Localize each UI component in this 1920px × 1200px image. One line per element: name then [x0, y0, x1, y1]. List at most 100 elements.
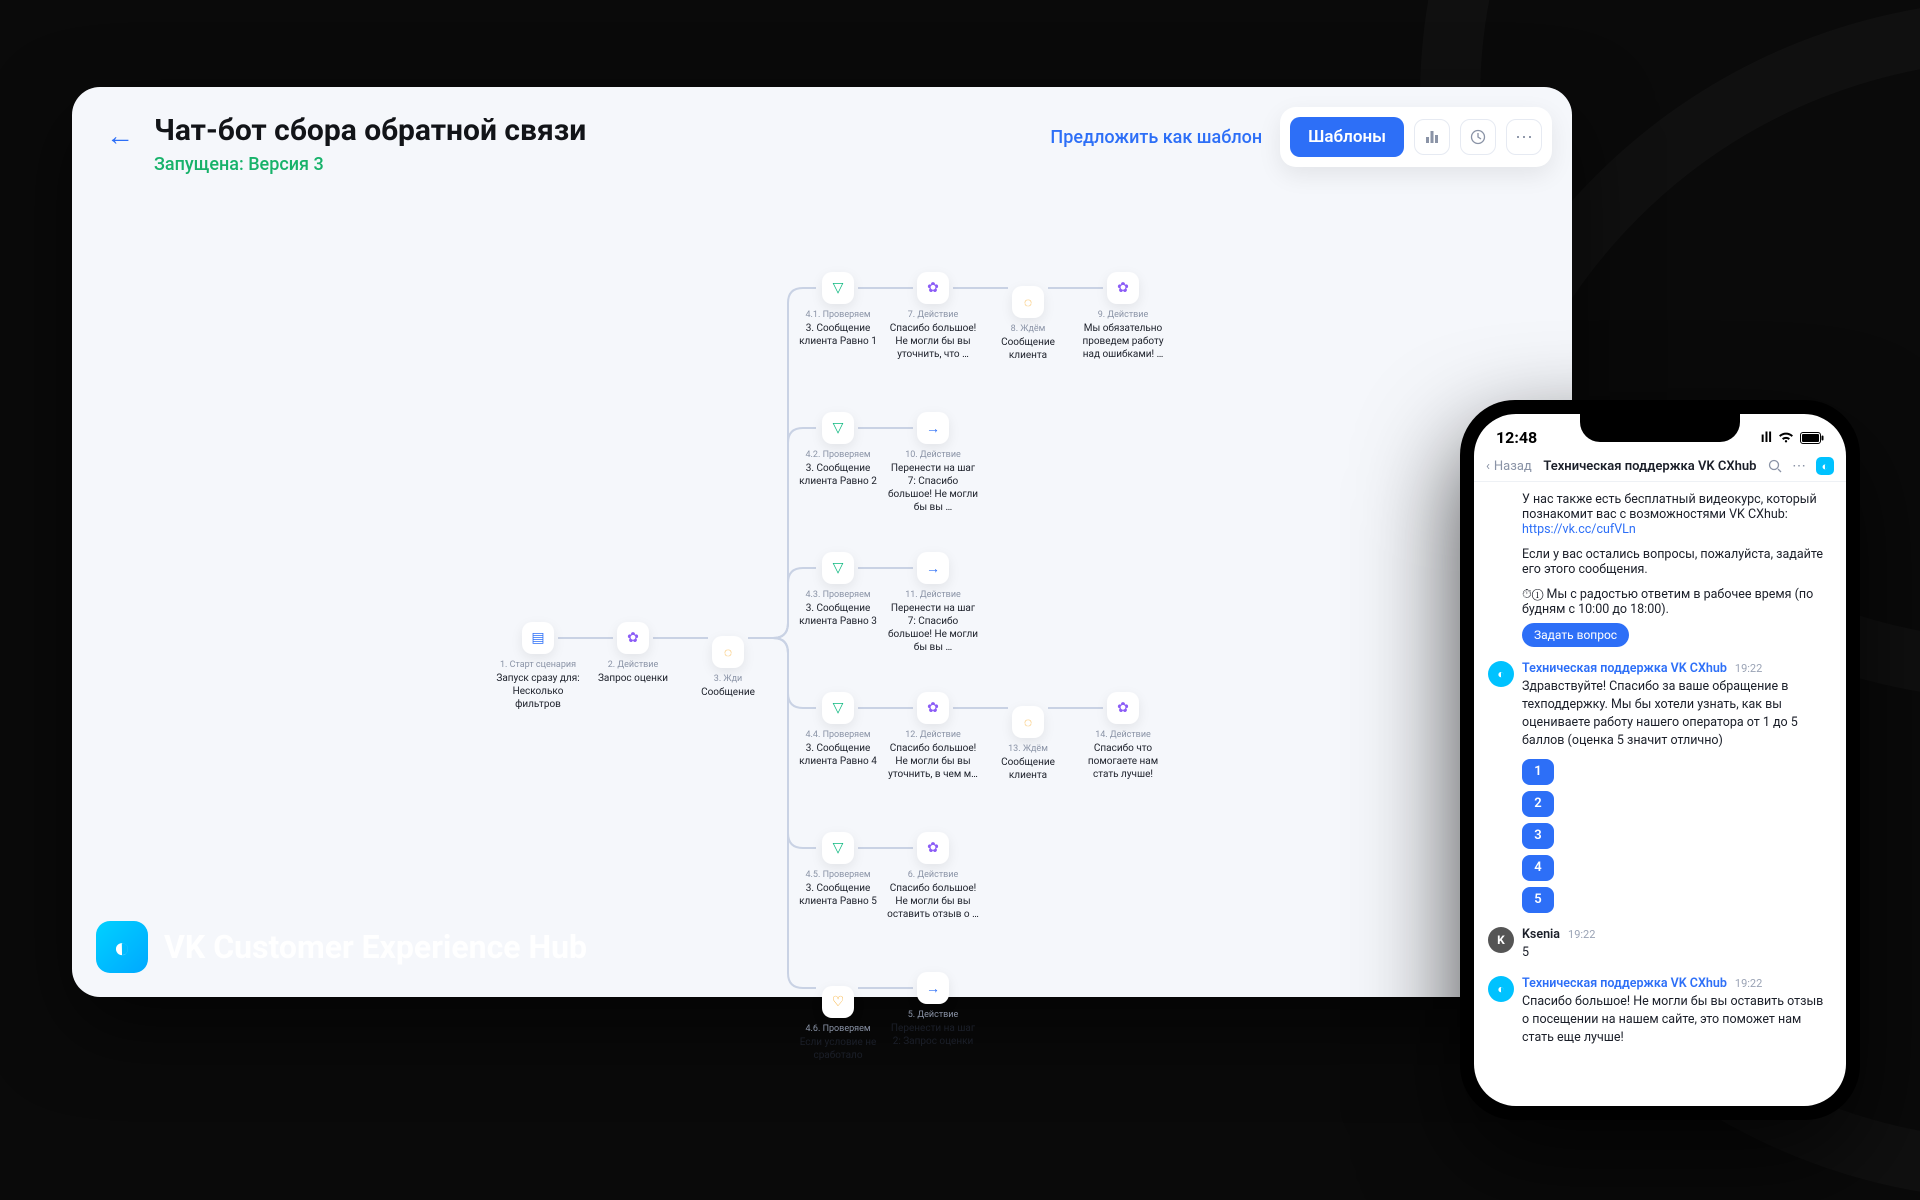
flow-node[interactable]: ✿ 6. Действие Спасибо большое! Не могли …	[887, 832, 979, 921]
suggest-template-link[interactable]: Предложить как шаблон	[1050, 127, 1262, 148]
flow-node[interactable]: → 10. Действие Перенести на шаг 7: Спаси…	[887, 412, 979, 514]
flow-node[interactable]: ▽ 4.3. Проверяем 3. Сообщение клиента Ра…	[792, 552, 884, 628]
phone-clock: 12:48	[1496, 428, 1537, 447]
flow-node[interactable]: → 11. Действие Перенести на шаг 7: Спаси…	[887, 552, 979, 654]
rating-5[interactable]: 5	[1522, 887, 1554, 913]
node-icon: ✿	[1107, 692, 1139, 724]
avatar-support: ◐	[1488, 661, 1514, 687]
page-title: Чат-бот сбора обратной связи	[154, 113, 586, 148]
signal-icon: ıll	[1761, 430, 1772, 446]
node-caption: 12. Действие	[905, 730, 961, 740]
node-text: Спасибо большое! Не могли бы вы уточнить…	[887, 742, 979, 781]
node-caption: 6. Действие	[908, 870, 959, 880]
flow-node[interactable]: ✿ 7. Действие Спасибо большое! Не могли …	[887, 272, 979, 361]
rating-1[interactable]: 1	[1522, 759, 1554, 785]
node-icon: →	[917, 552, 949, 584]
node-text: Спасибо большое! Не могли бы вы уточнить…	[887, 322, 979, 361]
node-icon: →	[917, 412, 949, 444]
rating-3[interactable]: 3	[1522, 823, 1554, 849]
node-text: 3. Сообщение клиента Равно 2	[792, 462, 884, 488]
intro-line2: Если у вас остались вопросы, пожалуйста,…	[1522, 547, 1832, 577]
nav-back[interactable]: ‹ Назад	[1486, 459, 1532, 474]
battery-icon	[1800, 432, 1824, 444]
node-caption: 2. Действие	[608, 660, 659, 670]
message-support-1: ◐ Техническая поддержка VK CXhub19:22 Зд…	[1488, 661, 1832, 913]
rating-buttons: 1 2 3 4 5	[1522, 759, 1832, 913]
flow-node[interactable]: ♡ 4.6. Проверяем Если условие не сработа…	[792, 972, 884, 1062]
node-caption: 10. Действие	[905, 450, 961, 460]
flow-node[interactable]: ◌ 8. Ждём Сообщение клиента	[982, 272, 1074, 362]
stats-icon[interactable]	[1414, 119, 1450, 155]
chat-body[interactable]: У нас также есть бесплатный видеокурс, к…	[1474, 482, 1846, 1057]
message-support-2: ◐ Техническая поддержка VK CXhub19:22 Сп…	[1488, 976, 1832, 1047]
node-caption: 4.2. Проверяем	[805, 450, 870, 460]
brand-footer: ◐ VK Customer Experience Hub	[96, 921, 587, 973]
flow-node[interactable]: ✿ 12. Действие Спасибо большое! Не могли…	[887, 692, 979, 781]
node-caption: 11. Действие	[905, 590, 961, 600]
node-text: Запрос оценки	[598, 672, 668, 685]
back-button[interactable]: ←	[98, 113, 142, 157]
avatar-support: ◐	[1488, 976, 1514, 1002]
node-icon: ✿	[917, 272, 949, 304]
ask-button[interactable]: Задать вопрос	[1522, 623, 1629, 647]
node-icon: ▽	[822, 272, 854, 304]
nav-title: Техническая поддержка VK CXhub	[1543, 459, 1756, 474]
node-caption: 4.6. Проверяем	[805, 1024, 870, 1034]
flow-node[interactable]: ▽ 4.1. Проверяем 3. Сообщение клиента Ра…	[792, 272, 884, 348]
message-user: K Ksenia19:22 5	[1488, 927, 1832, 962]
more-icon[interactable]: ⋯	[1506, 119, 1542, 155]
node-text: Сообщение клиента	[982, 336, 1074, 362]
node-text: Мы обязательно проведем работу над ошибк…	[1077, 322, 1169, 361]
node-caption: 13. Ждём	[1008, 744, 1048, 754]
node-icon: ✿	[917, 832, 949, 864]
flow-node[interactable]: → 5. Действие Перенести на шаг 2: Запрос…	[887, 972, 979, 1048]
node-text: Если условие не сработало	[792, 1036, 884, 1062]
wifi-icon	[1778, 432, 1794, 444]
intro-line1: У нас также есть бесплатный видеокурс, к…	[1522, 492, 1832, 522]
node-text: Сообщение клиента	[982, 756, 1074, 782]
node-icon: ▽	[822, 552, 854, 584]
node-text: 3. Сообщение клиента Равно 5	[792, 882, 884, 908]
rating-2[interactable]: 2	[1522, 791, 1554, 817]
status-line: Запущена: Версия 3	[154, 154, 586, 175]
node-text: Перенести на шаг 7: Спасибо большое! Не …	[887, 602, 979, 654]
node-icon: ▽	[822, 832, 854, 864]
node-text: 3. Сообщение клиента Равно 3	[792, 602, 884, 628]
brand-logo-icon: ◐	[96, 921, 148, 973]
node-icon: →	[917, 972, 949, 1004]
more-icon[interactable]: ⋯	[1792, 458, 1806, 474]
history-icon[interactable]	[1460, 119, 1496, 155]
node-text: Сообщение	[701, 686, 755, 699]
flow-node[interactable]: ◌ 3. Жди Сообщение	[682, 622, 774, 699]
flow-node[interactable]: ▽ 4.2. Проверяем 3. Сообщение клиента Ра…	[792, 412, 884, 488]
rating-4[interactable]: 4	[1522, 855, 1554, 881]
node-text: Перенести на шаг 7: Спасибо большое! Не …	[887, 462, 979, 514]
editor-card: ← Чат-бот сбора обратной связи Запущена:…	[72, 87, 1572, 997]
node-caption: 8. Ждём	[1011, 324, 1046, 334]
flow-node[interactable]: ▽ 4.4. Проверяем 3. Сообщение клиента Ра…	[792, 692, 884, 768]
node-icon: ◌	[1012, 286, 1044, 318]
templates-button[interactable]: Шаблоны	[1290, 117, 1404, 157]
flow-node[interactable]: ▽ 4.5. Проверяем 3. Сообщение клиента Ра…	[792, 832, 884, 908]
node-caption: 3. Жди	[714, 674, 742, 684]
flow-node[interactable]: ▤ 1. Старт сценария Запуск сразу для: Не…	[492, 622, 584, 711]
toolbar: Предложить как шаблон Шаблоны ⋯	[1050, 107, 1552, 167]
phone-mockup: 12:48 ıll ‹ Назад Техническая поддержка …	[1460, 400, 1860, 1120]
node-text: 3. Сообщение клиента Равно 4	[792, 742, 884, 768]
node-icon: ✿	[617, 622, 649, 654]
toolbar-box: Шаблоны ⋯	[1280, 107, 1552, 167]
flow-node[interactable]: ✿ 2. Действие Запрос оценки	[587, 622, 679, 685]
search-icon[interactable]	[1768, 459, 1782, 473]
brand-name: VK Customer Experience Hub	[164, 928, 587, 966]
chat-nav: ‹ Назад Техническая поддержка VK CXhub ⋯…	[1474, 451, 1846, 482]
flow-node[interactable]: ✿ 14. Действие Спасибо что помогаете нам…	[1077, 692, 1169, 781]
node-text: Перенести на шаг 2: Запрос оценки	[887, 1022, 979, 1048]
flow-node[interactable]: ◌ 13. Ждём Сообщение клиента	[982, 692, 1074, 782]
node-caption: 14. Действие	[1095, 730, 1151, 740]
flow-node[interactable]: ✿ 9. Действие Мы обязательно проведем ра…	[1077, 272, 1169, 361]
app-badge-icon: ◐	[1816, 457, 1834, 475]
avatar-user: K	[1488, 927, 1514, 953]
node-caption: 1. Старт сценария	[500, 660, 576, 670]
intro-link[interactable]: https://vk.cc/cufVLn	[1522, 522, 1832, 537]
node-icon: ◌	[712, 636, 744, 668]
